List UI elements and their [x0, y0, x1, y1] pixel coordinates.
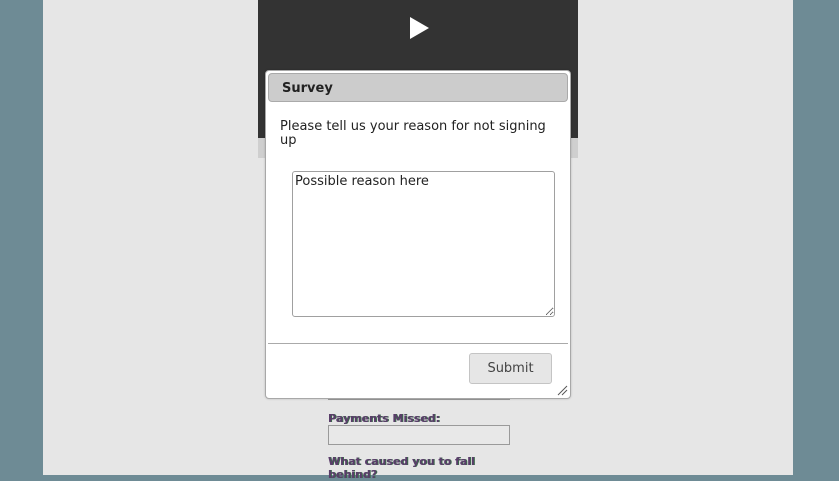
payments-missed-input[interactable]: [328, 425, 510, 445]
dialog-title: Survey: [282, 81, 333, 96]
payments-missed-label: Payments Missed:: [328, 412, 440, 425]
dialog-divider: [268, 343, 568, 344]
survey-prompt: Please tell us your reason for not signi…: [280, 119, 546, 148]
dialog-titlebar[interactable]: Survey: [268, 73, 568, 102]
play-icon[interactable]: [410, 17, 429, 39]
reason-textarea[interactable]: Possible reason here: [292, 171, 555, 317]
submit-button[interactable]: Submit: [469, 353, 552, 384]
fall-behind-label: What caused you to fall behind?: [328, 455, 475, 481]
resize-grip-icon[interactable]: [556, 384, 568, 396]
survey-dialog: Survey Please tell us your reason for no…: [265, 70, 571, 399]
